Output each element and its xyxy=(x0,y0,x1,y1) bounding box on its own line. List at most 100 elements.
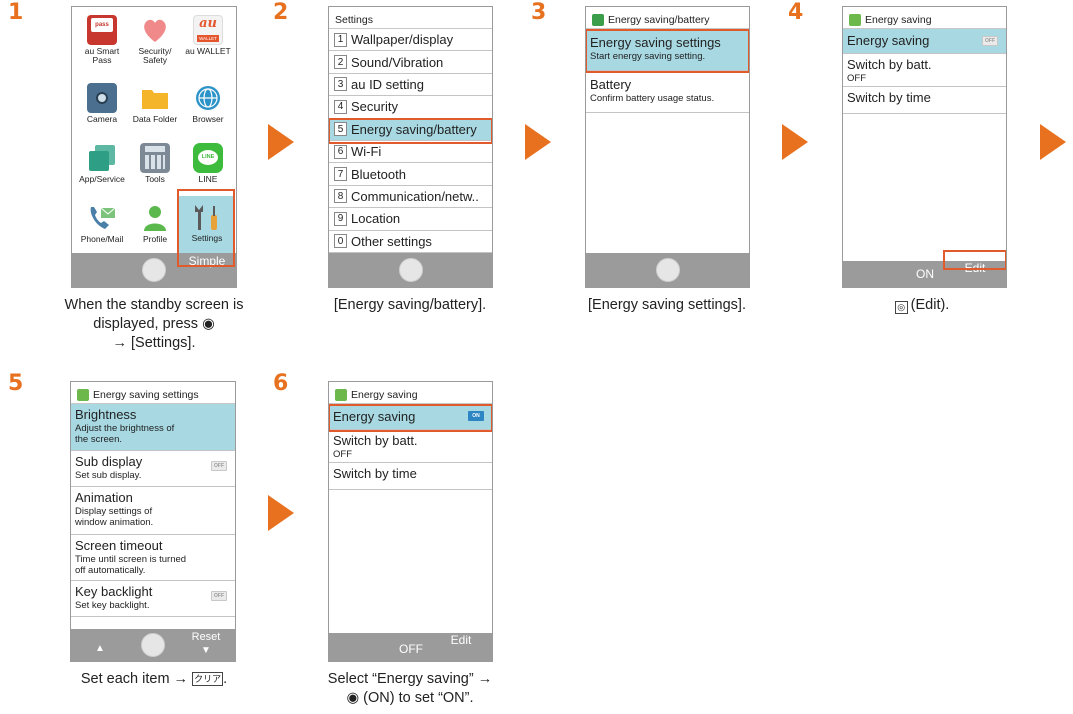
toggle-switch[interactable]: OFF xyxy=(982,36,998,46)
menu-item-selected[interactable]: 5 Energy saving/battery xyxy=(329,118,492,141)
title-text: Energy saving xyxy=(351,389,418,401)
screen-title: Energy saving xyxy=(329,382,492,404)
app-profile[interactable]: Profile xyxy=(129,203,181,244)
step-number: 2 xyxy=(266,0,294,26)
app-data-folder[interactable]: Data Folder xyxy=(129,83,181,124)
menu-item[interactable]: 4 Security xyxy=(329,96,492,119)
app-label: LINE xyxy=(198,174,218,184)
center-key[interactable] xyxy=(655,258,680,282)
folder-icon xyxy=(140,83,170,113)
list-item-selected[interactable]: Energy saving ON xyxy=(329,404,492,430)
item-title: Switch by batt. xyxy=(333,433,418,448)
clear-key-icon: クリア xyxy=(192,672,224,686)
camera-icon xyxy=(87,83,117,113)
app-label: Settings xyxy=(191,233,223,243)
item-subtitle: Adjust the brightness of xyxy=(75,423,175,434)
menu-item[interactable]: 8 Communication/netw.. xyxy=(329,186,492,209)
list-item-selected[interactable]: Energy saving settings Start energy savi… xyxy=(586,29,749,71)
step4-caption: ◎ (Edit). xyxy=(812,296,1032,315)
list-item[interactable]: Sub display Set sub display. OFF xyxy=(71,451,235,487)
menu-item[interactable]: 0 Other settings xyxy=(329,231,492,253)
app-app-service[interactable]: App/Service xyxy=(76,143,128,184)
app-label: Camera xyxy=(86,114,118,124)
list-item[interactable]: Switch by time xyxy=(843,87,1006,114)
next-arrow xyxy=(782,124,808,160)
number-box: 6 xyxy=(334,144,347,159)
softkey-right[interactable]: Simple xyxy=(178,253,236,287)
menu-item[interactable]: 2 Sound/Vibration xyxy=(329,51,492,74)
menu-item[interactable]: 7 Bluetooth xyxy=(329,163,492,186)
menu-item-label: Sound/Vibration xyxy=(351,54,444,70)
app-label: Phone/Mail xyxy=(80,234,124,244)
list-item-selected[interactable]: Brightness Adjust the brightness of the … xyxy=(71,404,235,451)
list-item[interactable]: Switch by time xyxy=(329,463,492,490)
number-box: 2 xyxy=(334,55,347,70)
number-box: 0 xyxy=(334,234,347,249)
softkey-center[interactable]: OFF xyxy=(391,633,431,661)
app-security-safety[interactable]: Security/ Safety xyxy=(129,15,181,65)
step-number: 5 xyxy=(1,371,29,397)
title-text: Energy saving xyxy=(865,14,932,26)
app-camera[interactable]: Camera xyxy=(76,83,128,124)
reset-label: Reset xyxy=(191,631,221,643)
screen-title: Energy saving xyxy=(843,7,1006,29)
softkey-bar: OFF Edit xyxy=(329,633,492,661)
center-key[interactable] xyxy=(141,633,165,657)
list-item[interactable]: Key backlight Set key backlight. OFF xyxy=(71,581,235,617)
app-au-wallet[interactable]: au WALLET au WALLET xyxy=(182,15,234,56)
toggle-switch[interactable]: ON xyxy=(468,411,484,421)
toggle-switch[interactable]: OFF xyxy=(211,591,227,601)
energy-saving-battery-screen: Energy saving/battery Energy saving sett… xyxy=(585,6,750,288)
step-number: 3 xyxy=(524,0,552,26)
step1-caption: When the standby screen is displayed, pr… xyxy=(64,297,244,351)
calculator-icon xyxy=(140,143,170,173)
globe-icon xyxy=(193,83,223,113)
menu-item[interactable]: 9 Location xyxy=(329,208,492,231)
app-settings[interactable]: Settings xyxy=(179,196,235,256)
menu-item-label: Bluetooth xyxy=(351,166,406,182)
item-subtitle: Confirm battery usage status. xyxy=(590,93,715,104)
title-text: Energy saving/battery xyxy=(608,14,710,26)
app-tools[interactable]: Tools xyxy=(129,143,181,184)
center-key[interactable] xyxy=(142,258,166,282)
item-subtitle: Display settings of xyxy=(75,506,153,517)
menu-item-label: Security xyxy=(351,99,398,115)
energy-saving-on-screen: Energy saving Energy saving ON Switch by… xyxy=(328,381,493,662)
number-box: 9 xyxy=(334,211,347,226)
next-arrow xyxy=(268,124,294,160)
menu-item[interactable]: 1 Wallpaper/display xyxy=(329,29,492,52)
app-line[interactable]: LINE LINE xyxy=(182,143,234,184)
toggle-switch[interactable]: OFF xyxy=(211,461,227,471)
softkey-right[interactable]: Edit xyxy=(944,261,1006,287)
leaf-icon xyxy=(77,389,89,401)
leaf-icon xyxy=(849,14,861,26)
step-number: 1 xyxy=(1,0,29,26)
next-arrow xyxy=(268,495,294,531)
menu-item[interactable]: 6 Wi-Fi xyxy=(329,141,492,164)
list-item[interactable]: Screen timeout Time until screen is turn… xyxy=(71,535,235,581)
item-subtitle: Start energy saving setting. xyxy=(590,51,706,62)
softkey-right[interactable]: Reset ▼ xyxy=(177,629,235,661)
energy-saving-settings-screen: Energy saving settings Brightness Adjust… xyxy=(70,381,236,662)
list-item[interactable]: Switch by batt. OFF xyxy=(843,54,1006,87)
softkey-left[interactable]: ▲ xyxy=(71,629,129,661)
menu-item[interactable]: 3 au ID setting xyxy=(329,74,492,97)
softkey-center[interactable]: ON xyxy=(905,261,945,287)
app-browser[interactable]: Browser xyxy=(182,83,234,124)
number-box: 1 xyxy=(334,32,347,47)
app-au-smart-pass[interactable]: pass au Smart Pass xyxy=(76,15,128,65)
next-arrow xyxy=(1040,124,1066,160)
menu-item-label: Communication/netw.. xyxy=(351,188,479,204)
list-item[interactable]: Animation Display settings of window ani… xyxy=(71,487,235,535)
center-key[interactable] xyxy=(398,258,423,282)
menu-item-label: Wallpaper/display xyxy=(351,32,454,48)
menu-item-label: Other settings xyxy=(351,233,432,249)
softkey-right[interactable]: Edit xyxy=(430,633,492,661)
list-item[interactable]: Switch by batt. OFF xyxy=(329,430,492,463)
app-phone-mail[interactable]: Phone/Mail xyxy=(76,203,128,244)
item-title: Switch by time xyxy=(333,466,417,481)
item-subtitle: the screen. xyxy=(75,434,122,445)
list-item[interactable]: Battery Confirm battery usage status. xyxy=(586,71,749,113)
item-title: Switch by time xyxy=(847,90,931,105)
list-item-selected[interactable]: Energy saving OFF xyxy=(843,29,1006,54)
